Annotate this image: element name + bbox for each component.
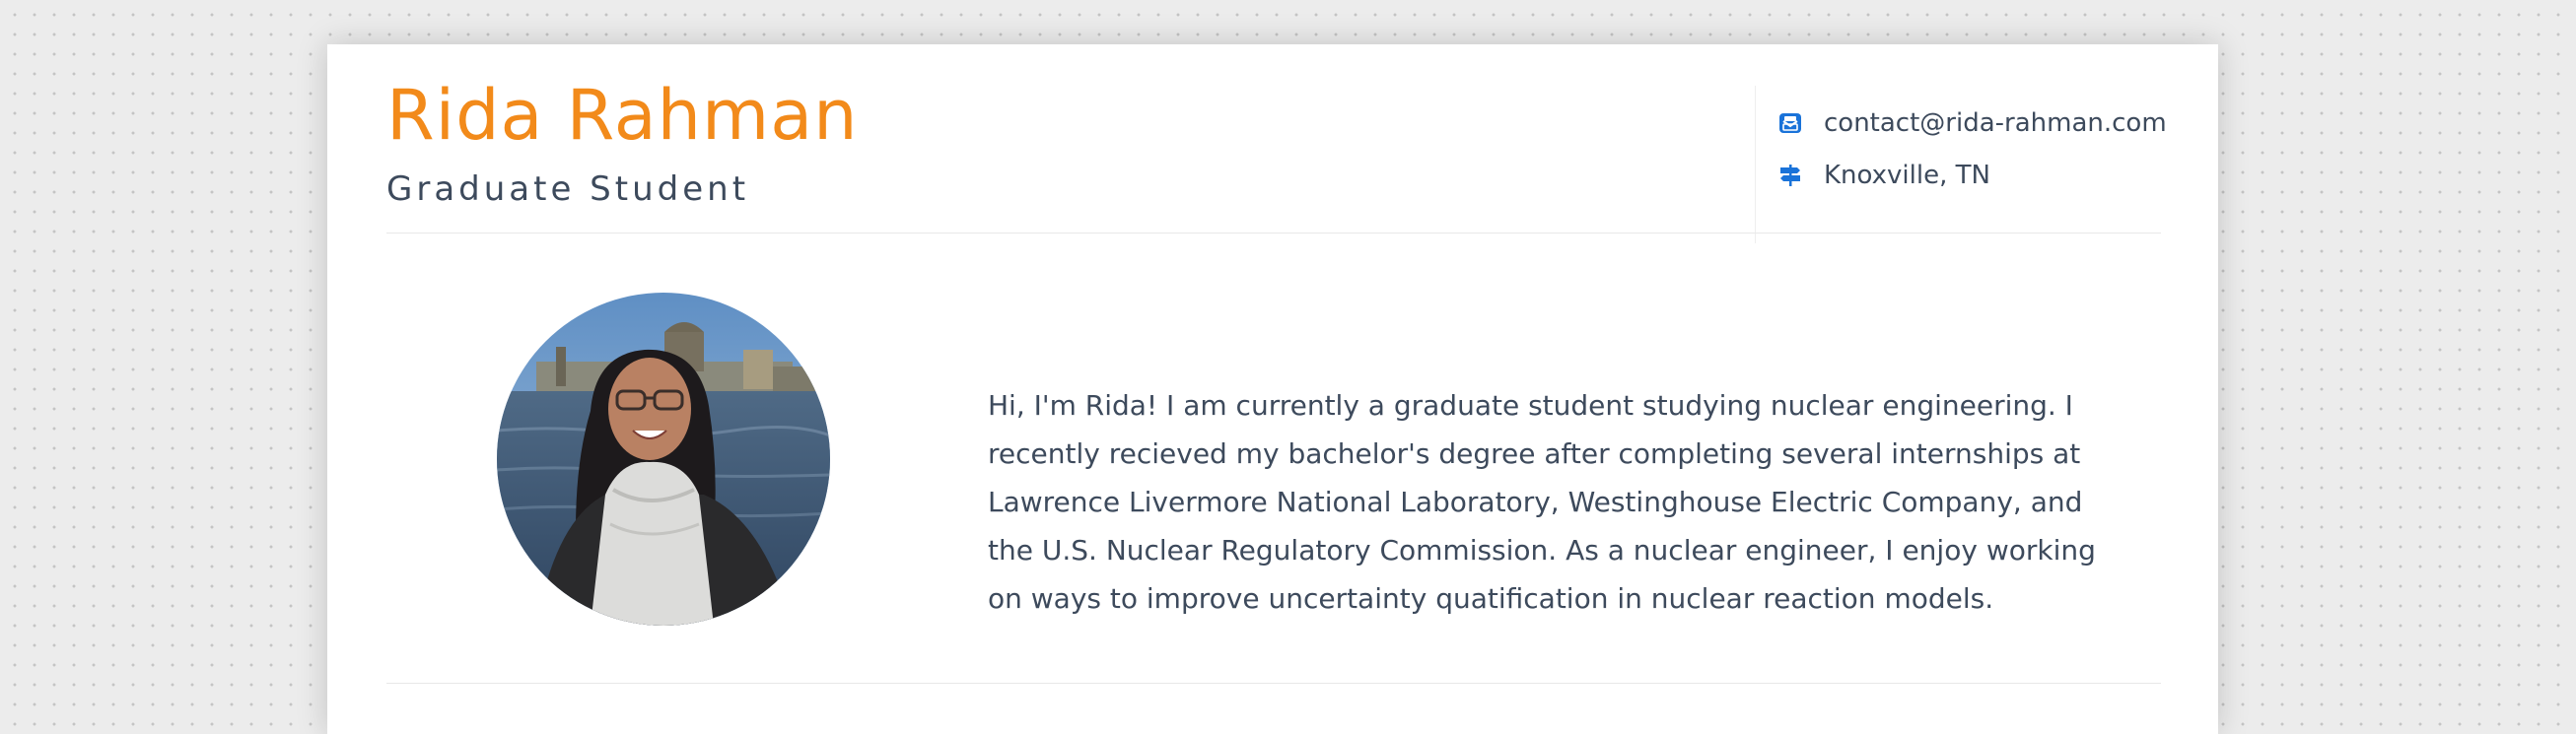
resume-card: Rida Rahman Graduate Student contact@rid…: [327, 44, 2218, 734]
header-divider: [386, 233, 2161, 234]
job-title: Graduate Student: [386, 169, 750, 209]
section-divider: [386, 683, 2161, 684]
envelope-icon: [1776, 109, 1804, 137]
contact-email[interactable]: contact@rida-rahman.com: [1776, 103, 2167, 143]
page-title: Rida Rahman: [386, 75, 859, 156]
contact-location: Knoxville, TN: [1776, 156, 2167, 195]
location-text: Knoxville, TN: [1824, 161, 1990, 190]
contact-info: contact@rida-rahman.com Knoxville, TN: [1776, 103, 2167, 208]
contact-divider: [1755, 86, 1756, 243]
email-link[interactable]: contact@rida-rahman.com: [1824, 108, 2167, 138]
bio-text: Hi, I'm Rida! I am currently a graduate …: [988, 389, 2096, 615]
signpost-icon: [1776, 162, 1804, 189]
profile-photo: [497, 293, 830, 626]
